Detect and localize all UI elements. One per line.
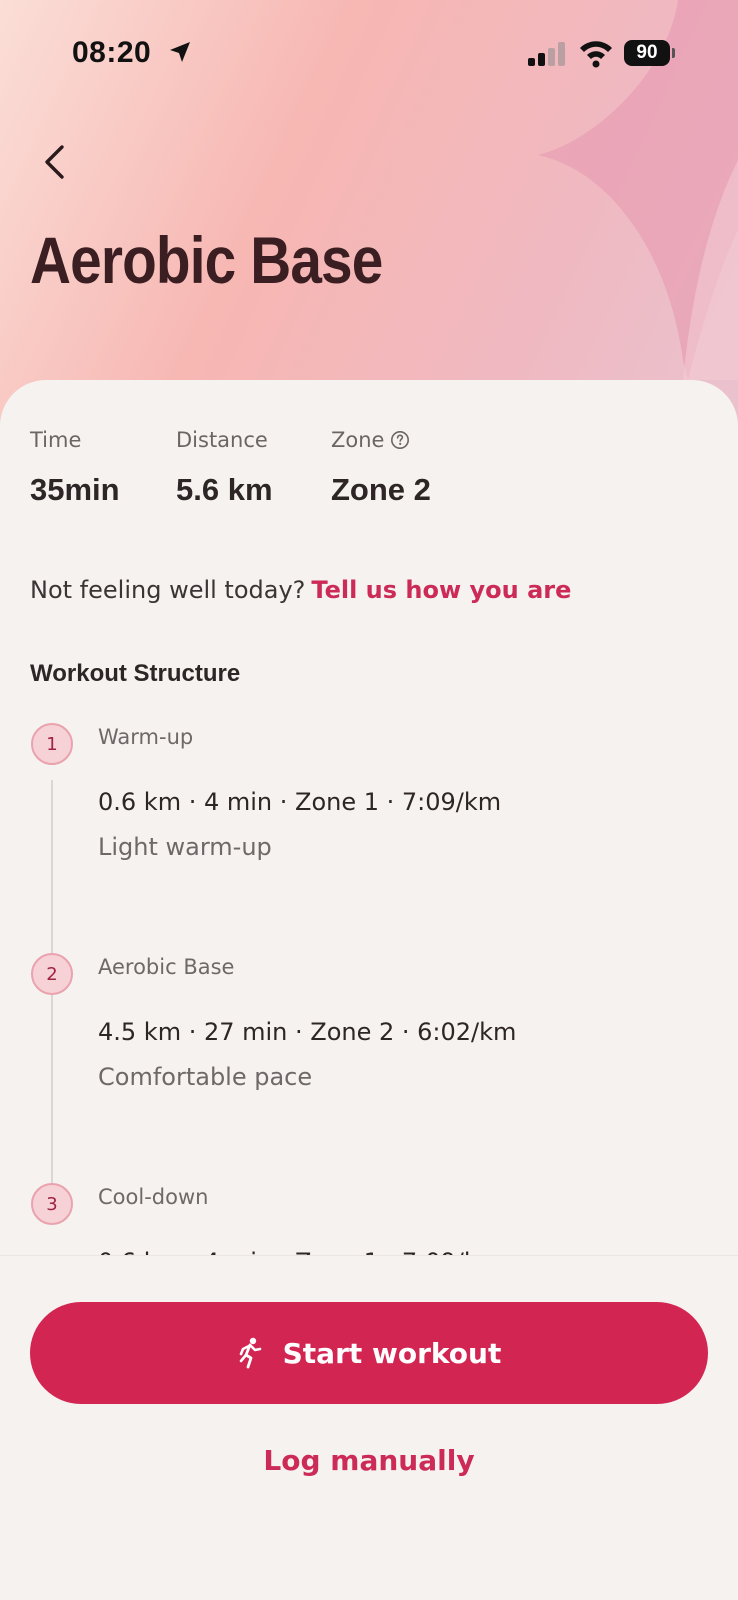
- stat-time: Time 35min: [30, 428, 120, 508]
- step-metrics: 4.5 km · 27 min · Zone 2 · 6:02/km: [98, 1018, 517, 1046]
- step-description: Comfortable pace: [98, 1063, 313, 1091]
- stat-label: Time: [30, 428, 82, 452]
- tell-us-link[interactable]: Tell us how you are: [311, 576, 571, 604]
- wifi-icon: [580, 41, 612, 68]
- cellular-signal-icon: [528, 42, 565, 66]
- chevron-left-icon: [45, 145, 64, 179]
- step-number-badge: 2: [31, 953, 73, 995]
- step-metrics: 0.6 km · 4 min · Zone 1 · 7:09/km: [98, 788, 502, 816]
- workout-structure-title: Workout Structure: [30, 660, 241, 687]
- log-manually-button[interactable]: Log manually: [0, 1444, 738, 1477]
- step-title: Aerobic Base: [98, 955, 235, 979]
- status-bar: 08:20 90: [0, 0, 738, 110]
- stat-value: 35min: [30, 472, 120, 507]
- step-number-badge: 1: [31, 723, 73, 765]
- location-arrow-icon: [170, 42, 190, 62]
- page-title: Aerobic Base: [30, 223, 383, 297]
- battery-indicator: 90: [624, 40, 670, 66]
- back-button[interactable]: [34, 138, 74, 186]
- stat-value: 5.6 km: [176, 472, 273, 507]
- feeling-row: Not feeling well today? Tell us how you a…: [30, 576, 571, 604]
- battery-tip: [672, 48, 675, 58]
- stat-label-zone: Zone: [331, 428, 431, 452]
- feeling-prompt: Not feeling well today?: [30, 576, 306, 604]
- step-number-badge: 3: [31, 1183, 73, 1225]
- stat-distance: Distance 5.6 km: [176, 428, 273, 508]
- start-workout-label: Start workout: [282, 1336, 502, 1370]
- step-title: Warm-up: [98, 725, 194, 749]
- stat-zone: Zone Zone 2: [331, 428, 431, 508]
- help-icon[interactable]: [390, 430, 410, 450]
- stat-label-text: Zone: [331, 428, 385, 452]
- stat-label: Distance: [176, 428, 268, 452]
- status-time: 08:20: [72, 36, 152, 69]
- stat-value: Zone 2: [331, 472, 431, 507]
- running-person-icon: [239, 1337, 261, 1369]
- step-title: Cool-down: [98, 1185, 209, 1209]
- step-description: Light warm-up: [98, 833, 272, 861]
- timeline-line: [51, 780, 53, 1220]
- start-workout-button[interactable]: Start workout: [30, 1302, 708, 1404]
